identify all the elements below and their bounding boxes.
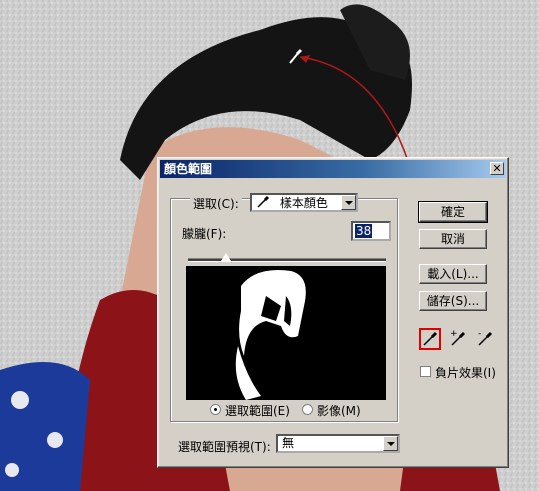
radio-selection-label: 選取範圍(E) <box>225 404 290 418</box>
fuzziness-value: 38 <box>355 224 373 238</box>
svg-text:-: - <box>478 329 481 339</box>
select-dropdown[interactable]: 樣本顏色 <box>250 193 358 212</box>
title-bar[interactable]: 顏色範圍 ✕ <box>160 160 506 178</box>
invert-checkbox[interactable] <box>420 366 431 377</box>
close-icon: ✕ <box>492 162 502 175</box>
eyedropper-minus-tool[interactable]: - <box>475 328 497 350</box>
eyedropper-plus-tool[interactable]: + <box>448 328 470 350</box>
cancel-button[interactable]: 取消 <box>419 229 487 249</box>
svg-text:+: + <box>450 329 458 339</box>
close-button[interactable]: ✕ <box>490 162 504 175</box>
radio-selection[interactable] <box>210 404 221 415</box>
preview-mask <box>235 270 306 400</box>
invert-label: 負片效果(I) <box>435 366 496 380</box>
eyedropper-tool[interactable] <box>419 328 441 350</box>
save-button[interactable]: 儲存(S)... <box>419 291 487 311</box>
preview-mode-value: 無 <box>282 436 295 450</box>
preview-mode-label: 選取範圍預視(T): <box>178 440 271 454</box>
radio-image[interactable] <box>302 404 313 415</box>
select-value: 樣本顏色 <box>279 196 328 210</box>
slider-thumb[interactable] <box>221 253 231 261</box>
dialog-title: 顏色範圍 <box>164 162 213 176</box>
fuzziness-slider[interactable] <box>188 258 386 262</box>
eyedropper-minus-icon: - <box>478 329 493 346</box>
fuzziness-label: 朦朧(F): <box>182 227 227 241</box>
radio-image-label: 影像(M) <box>317 404 361 418</box>
ok-button[interactable]: 確定 <box>418 201 488 223</box>
eyedropper-plus-icon: + <box>450 329 466 346</box>
eyedropper-icon <box>423 331 438 346</box>
eyedropper-icon <box>257 195 270 208</box>
selection-preview <box>186 266 386 400</box>
fuzziness-input[interactable]: 38 <box>351 221 391 241</box>
chevron-down-icon[interactable] <box>383 436 398 451</box>
load-button[interactable]: 載入(L)... <box>419 264 487 284</box>
preview-mode-dropdown[interactable]: 無 <box>276 434 400 453</box>
select-label: 選取(C): <box>190 195 242 212</box>
chevron-down-icon[interactable] <box>341 195 356 210</box>
color-range-dialog: 顏色範圍 ✕ 選取(C): 樣本顏色 朦朧(F): 38 選取範圍(E) 影像(… <box>157 157 509 468</box>
